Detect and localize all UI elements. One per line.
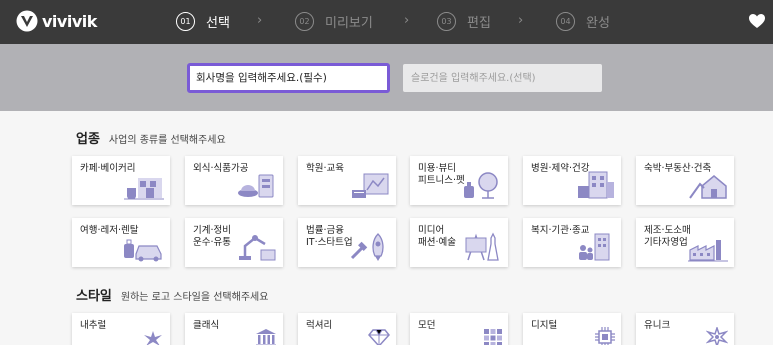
industry-card-food[interactable]: 외식·식품가공 bbox=[185, 156, 283, 205]
step-preview[interactable]: 02 미리보기 bbox=[295, 12, 373, 31]
step-edit[interactable]: 03 편집 bbox=[437, 12, 491, 31]
industry-card-media[interactable]: 미디어 패션·예술 bbox=[410, 218, 508, 267]
media-icon bbox=[465, 232, 499, 261]
step-number: 04 bbox=[556, 12, 575, 31]
house-icon bbox=[689, 175, 727, 199]
rocket-icon bbox=[350, 233, 384, 261]
chevron-right-icon: › bbox=[404, 13, 410, 28]
style-section-header: 스타일 원하는 로고 스타일을 선택해주세요 bbox=[76, 285, 268, 304]
style-card-luxury[interactable]: 럭셔리 bbox=[298, 313, 396, 345]
industry-card-house[interactable]: 숙박·부동산·건축 bbox=[636, 156, 734, 205]
food-icon bbox=[238, 174, 274, 198]
step-label: 완성 bbox=[586, 16, 610, 31]
leaf-icon bbox=[144, 331, 162, 345]
step-complete[interactable]: 04 완성 bbox=[556, 12, 610, 31]
step-label: 선택 bbox=[206, 16, 230, 31]
diamond-icon bbox=[368, 329, 390, 345]
cafe-icon bbox=[124, 178, 164, 200]
step-number: 01 bbox=[176, 12, 195, 31]
education-icon bbox=[352, 173, 389, 198]
chevron-right-icon: › bbox=[257, 13, 263, 28]
card-label: 법률·금융 IT·스타트업 bbox=[306, 225, 353, 248]
factory-icon bbox=[688, 240, 728, 262]
card-label: 제조·도소매 기타자영업 bbox=[644, 225, 691, 248]
vivivik-logo-icon bbox=[16, 10, 38, 32]
style-card-digital[interactable]: 디지털 bbox=[523, 313, 621, 345]
heart-icon[interactable] bbox=[747, 11, 767, 31]
chevron-right-icon: › bbox=[518, 13, 524, 28]
beauty-icon bbox=[464, 172, 498, 199]
card-label: 학원·교육 bbox=[306, 163, 344, 174]
style-card-unique[interactable]: 유니크 bbox=[636, 313, 734, 345]
card-label: 미용·뷰티 피트니스·펫 bbox=[418, 163, 465, 186]
travel-icon bbox=[124, 239, 162, 262]
top-bar: vivivik 01 선택 › 02 미리보기 › 03 편집 › 04 완성 bbox=[0, 0, 773, 44]
card-label: 클래식 bbox=[193, 320, 220, 331]
section-subtitle: 원하는 로고 스타일을 선택해주세요 bbox=[120, 292, 269, 303]
industry-card-hospital[interactable]: 병원·제약·건강 bbox=[523, 156, 621, 205]
card-label: 기계·정비 운수·유통 bbox=[193, 225, 231, 248]
style-card-modern[interactable]: 모던 bbox=[410, 313, 508, 345]
industry-card-machine[interactable]: 기계·정비 운수·유통 bbox=[185, 218, 283, 267]
industry-card-welfare[interactable]: 복지·기관·종교 bbox=[523, 218, 621, 267]
machine-icon bbox=[239, 235, 276, 261]
unique-icon bbox=[706, 327, 728, 345]
step-select[interactable]: 01 선택 bbox=[176, 12, 230, 31]
style-card-natural[interactable]: 내추럴 bbox=[72, 313, 170, 345]
industry-card-cafe[interactable]: 카페·베이커리 bbox=[72, 156, 170, 205]
card-label: 내추럴 bbox=[80, 320, 107, 331]
industry-card-factory[interactable]: 제조·도소매 기타자영업 bbox=[636, 218, 734, 267]
logo[interactable]: vivivik bbox=[16, 10, 97, 32]
card-label: 디지털 bbox=[531, 320, 558, 331]
card-label: 유니크 bbox=[644, 320, 671, 331]
section-subtitle: 사업의 종류를 선택해주세요 bbox=[108, 135, 226, 146]
chip-icon bbox=[595, 327, 615, 345]
industry-section-header: 업종 사업의 종류를 선택해주세요 bbox=[76, 128, 226, 147]
industry-card-education[interactable]: 학원·교육 bbox=[298, 156, 396, 205]
section-title: 스타일 bbox=[76, 289, 112, 304]
step-number: 03 bbox=[437, 12, 456, 31]
industry-card-legal-it[interactable]: 법률·금융 IT·스타트업 bbox=[298, 218, 396, 267]
hospital-icon bbox=[578, 171, 614, 199]
step-number: 02 bbox=[295, 12, 314, 31]
card-label: 미디어 패션·예술 bbox=[418, 225, 456, 248]
industry-card-travel[interactable]: 여행·레저·렌탈 bbox=[72, 218, 170, 267]
section-title: 업종 bbox=[76, 132, 100, 147]
step-label: 편집 bbox=[467, 16, 491, 31]
card-label: 럭셔리 bbox=[306, 320, 333, 331]
welfare-icon bbox=[579, 233, 610, 261]
industry-card-beauty[interactable]: 미용·뷰티 피트니스·펫 bbox=[410, 156, 508, 205]
card-label: 모던 bbox=[418, 320, 436, 331]
columns-icon bbox=[256, 329, 276, 345]
logo-text: vivivik bbox=[42, 11, 97, 31]
step-label: 미리보기 bbox=[325, 16, 373, 31]
style-card-classic[interactable]: 클래식 bbox=[185, 313, 283, 345]
slogan-input[interactable] bbox=[403, 64, 602, 92]
grid-icon bbox=[484, 329, 502, 345]
company-name-input[interactable] bbox=[187, 63, 390, 93]
